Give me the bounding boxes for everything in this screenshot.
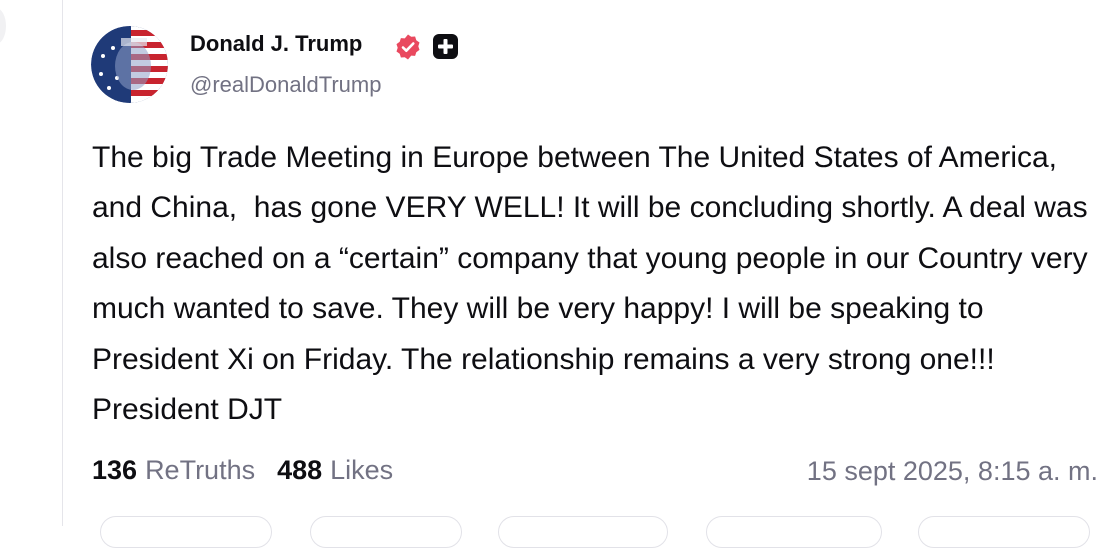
plus-badge-icon [433, 34, 458, 59]
reply-button[interactable] [100, 516, 272, 548]
retruth-button[interactable] [310, 516, 462, 548]
column-divider [62, 0, 63, 526]
post-body: The big Trade Meeting in Europe between … [92, 141, 1096, 427]
author-handle[interactable]: @realDonaldTrump [190, 72, 381, 98]
post-timestamp[interactable]: 15 sept 2025, 8:15 a. m. [807, 456, 1098, 487]
share-button[interactable] [706, 516, 882, 548]
retruths-count: 136 [92, 455, 138, 485]
previous-post-edge [0, 8, 6, 44]
likes-stat[interactable]: 488 Likes [277, 455, 393, 486]
verified-badge-icon [396, 34, 420, 60]
author-display-name[interactable]: Donald J. Trump [190, 31, 362, 57]
like-button[interactable] [498, 516, 668, 548]
retruths-label: ReTruths [145, 455, 256, 485]
avatar[interactable] [91, 26, 168, 103]
avatar-image [91, 26, 168, 103]
likes-count: 488 [277, 455, 323, 485]
more-button[interactable] [918, 516, 1090, 548]
post-stats: 136 ReTruths 488 Likes [92, 455, 393, 486]
retruths-stat[interactable]: 136 ReTruths [92, 455, 255, 486]
likes-label: Likes [330, 455, 394, 485]
action-bar [100, 516, 1100, 548]
